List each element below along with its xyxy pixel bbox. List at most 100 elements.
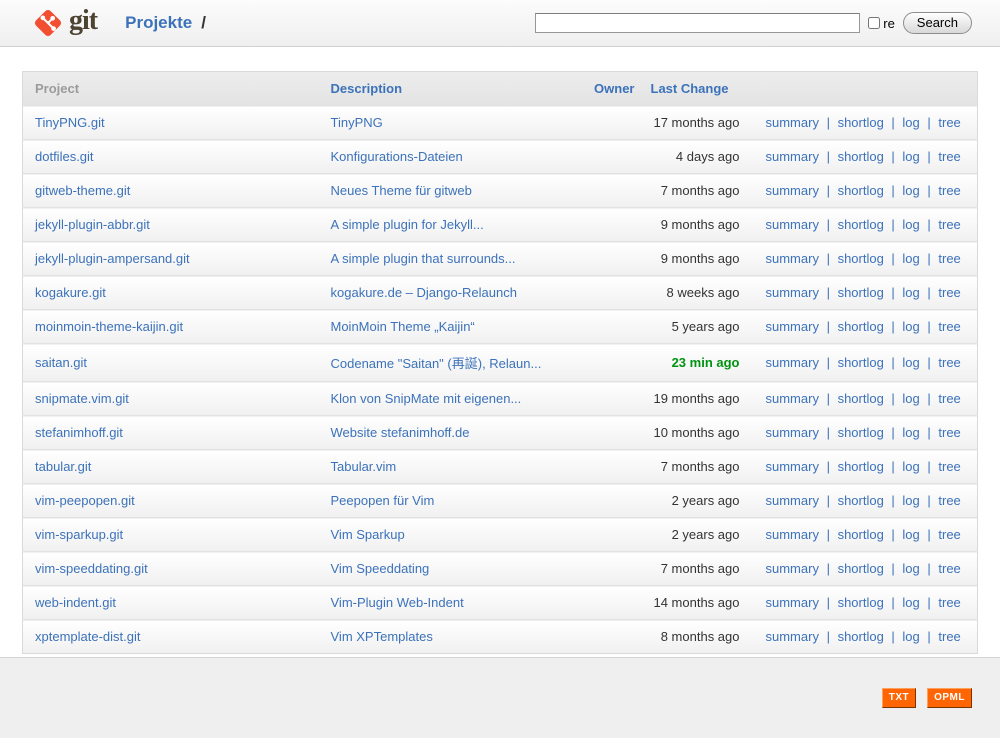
- shortlog-link[interactable]: shortlog: [838, 319, 884, 334]
- shortlog-link[interactable]: shortlog: [838, 561, 884, 576]
- tree-link[interactable]: tree: [938, 319, 960, 334]
- project-link[interactable]: kogakure.git: [35, 285, 106, 300]
- project-link[interactable]: jekyll-plugin-abbr.git: [35, 217, 150, 232]
- log-link[interactable]: log: [902, 115, 919, 130]
- summary-link[interactable]: summary: [766, 251, 819, 266]
- summary-link[interactable]: summary: [766, 355, 819, 370]
- tree-link[interactable]: tree: [938, 183, 960, 198]
- log-link[interactable]: log: [902, 459, 919, 474]
- summary-link[interactable]: summary: [766, 425, 819, 440]
- description-link[interactable]: Vim Speeddating: [331, 561, 430, 576]
- shortlog-link[interactable]: shortlog: [838, 391, 884, 406]
- shortlog-link[interactable]: shortlog: [838, 115, 884, 130]
- search-input[interactable]: [535, 13, 860, 33]
- project-link[interactable]: dotfiles.git: [35, 149, 94, 164]
- log-link[interactable]: log: [902, 355, 919, 370]
- shortlog-link[interactable]: shortlog: [838, 527, 884, 542]
- log-link[interactable]: log: [902, 149, 919, 164]
- tree-link[interactable]: tree: [938, 355, 960, 370]
- project-link[interactable]: TinyPNG.git: [35, 115, 105, 130]
- description-link[interactable]: Vim XPTemplates: [331, 629, 433, 644]
- tree-link[interactable]: tree: [938, 115, 960, 130]
- git-logo[interactable]: git: [33, 8, 97, 38]
- log-link[interactable]: log: [902, 425, 919, 440]
- summary-link[interactable]: summary: [766, 319, 819, 334]
- description-link[interactable]: Codename "Saitan" (再誕), Relaun...: [331, 356, 542, 371]
- summary-link[interactable]: summary: [766, 115, 819, 130]
- description-link[interactable]: Vim-Plugin Web-Indent: [331, 595, 464, 610]
- description-link[interactable]: TinyPNG: [331, 115, 383, 130]
- description-link[interactable]: Vim Sparkup: [331, 527, 405, 542]
- shortlog-link[interactable]: shortlog: [838, 217, 884, 232]
- summary-link[interactable]: summary: [766, 149, 819, 164]
- log-link[interactable]: log: [902, 629, 919, 644]
- description-link[interactable]: Website stefanimhoff.de: [331, 425, 470, 440]
- project-link[interactable]: tabular.git: [35, 459, 91, 474]
- shortlog-link[interactable]: shortlog: [838, 459, 884, 474]
- summary-link[interactable]: summary: [766, 459, 819, 474]
- shortlog-link[interactable]: shortlog: [838, 149, 884, 164]
- log-link[interactable]: log: [902, 285, 919, 300]
- tree-link[interactable]: tree: [938, 425, 960, 440]
- project-link[interactable]: saitan.git: [35, 355, 87, 370]
- log-link[interactable]: log: [902, 561, 919, 576]
- log-link[interactable]: log: [902, 217, 919, 232]
- shortlog-link[interactable]: shortlog: [838, 425, 884, 440]
- project-link[interactable]: xptemplate-dist.git: [35, 629, 141, 644]
- tree-link[interactable]: tree: [938, 561, 960, 576]
- log-link[interactable]: log: [902, 493, 919, 508]
- description-link[interactable]: Neues Theme für gitweb: [331, 183, 472, 198]
- tree-link[interactable]: tree: [938, 217, 960, 232]
- project-link[interactable]: vim-peepopen.git: [35, 493, 135, 508]
- tree-link[interactable]: tree: [938, 629, 960, 644]
- shortlog-link[interactable]: shortlog: [838, 595, 884, 610]
- sort-by-last-change-link[interactable]: Last Change: [651, 81, 729, 96]
- description-link[interactable]: MoinMoin Theme „Kaijin“: [331, 319, 475, 334]
- shortlog-link[interactable]: shortlog: [838, 355, 884, 370]
- log-link[interactable]: log: [902, 391, 919, 406]
- tree-link[interactable]: tree: [938, 391, 960, 406]
- tree-link[interactable]: tree: [938, 285, 960, 300]
- summary-link[interactable]: summary: [766, 285, 819, 300]
- tree-link[interactable]: tree: [938, 149, 960, 164]
- project-link[interactable]: moinmoin-theme-kaijin.git: [35, 319, 183, 334]
- tree-link[interactable]: tree: [938, 527, 960, 542]
- log-link[interactable]: log: [902, 319, 919, 334]
- project-link[interactable]: gitweb-theme.git: [35, 183, 130, 198]
- projects-home-link[interactable]: Projekte: [125, 13, 192, 32]
- shortlog-link[interactable]: shortlog: [838, 285, 884, 300]
- summary-link[interactable]: summary: [766, 183, 819, 198]
- description-link[interactable]: Peepopen für Vim: [331, 493, 435, 508]
- tree-link[interactable]: tree: [938, 459, 960, 474]
- regex-checkbox[interactable]: [868, 17, 880, 29]
- summary-link[interactable]: summary: [766, 629, 819, 644]
- summary-link[interactable]: summary: [766, 493, 819, 508]
- log-link[interactable]: log: [902, 183, 919, 198]
- description-link[interactable]: kogakure.de – Django-Relaunch: [331, 285, 517, 300]
- opml-feed-button[interactable]: OPML: [927, 688, 972, 708]
- project-link[interactable]: jekyll-plugin-ampersand.git: [35, 251, 190, 266]
- log-link[interactable]: log: [902, 251, 919, 266]
- description-link[interactable]: Klon von SnipMate mit eigenen...: [331, 391, 522, 406]
- tree-link[interactable]: tree: [938, 493, 960, 508]
- sort-by-owner-link[interactable]: Owner: [594, 81, 634, 96]
- summary-link[interactable]: summary: [766, 527, 819, 542]
- txt-feed-button[interactable]: TXT: [882, 688, 916, 708]
- project-link[interactable]: vim-speeddating.git: [35, 561, 148, 576]
- description-link[interactable]: Tabular.vim: [331, 459, 397, 474]
- shortlog-link[interactable]: shortlog: [838, 251, 884, 266]
- summary-link[interactable]: summary: [766, 391, 819, 406]
- project-link[interactable]: web-indent.git: [35, 595, 116, 610]
- search-button[interactable]: Search: [903, 12, 972, 34]
- description-link[interactable]: A simple plugin that surrounds...: [331, 251, 516, 266]
- description-link[interactable]: A simple plugin for Jekyll...: [331, 217, 484, 232]
- shortlog-link[interactable]: shortlog: [838, 493, 884, 508]
- tree-link[interactable]: tree: [938, 595, 960, 610]
- project-link[interactable]: snipmate.vim.git: [35, 391, 129, 406]
- summary-link[interactable]: summary: [766, 217, 819, 232]
- tree-link[interactable]: tree: [938, 251, 960, 266]
- description-link[interactable]: Konfigurations-Dateien: [331, 149, 463, 164]
- sort-by-description-link[interactable]: Description: [331, 81, 403, 96]
- log-link[interactable]: log: [902, 595, 919, 610]
- summary-link[interactable]: summary: [766, 595, 819, 610]
